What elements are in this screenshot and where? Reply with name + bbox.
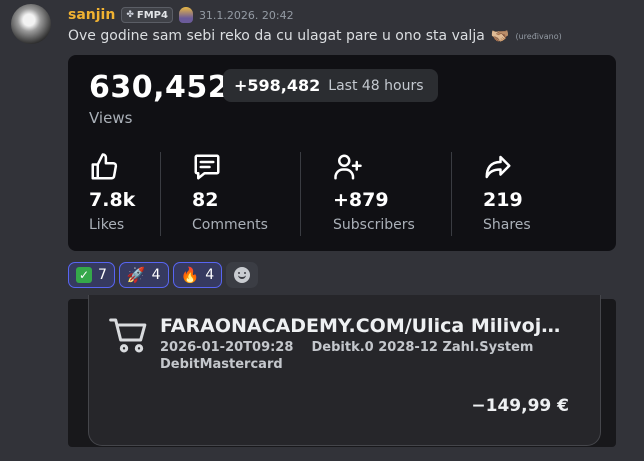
transaction-line: 2026-01-20T09:28 Debitk.0 2028-12 Zahl.S… (160, 340, 534, 355)
comment-icon (194, 154, 220, 180)
reactions-bar: ✓ 7 🚀 4 🔥 4 (68, 262, 259, 288)
merchant-name: FARAONACADEMY.COM/Ulica Milivoja Ma... (160, 315, 565, 337)
shield-role-icon[interactable] (178, 7, 193, 23)
receipt-card: FARAONACADEMY.COM/Ulica Milivoja Ma... 2… (88, 295, 601, 446)
timestamp[interactable]: 31.1.2026. 20:42 (199, 9, 294, 22)
add-user-icon (334, 154, 362, 180)
message-header: sanjin ✤ FMP4 31.1.2026. 20:42 (68, 6, 294, 24)
metric-comments: 82 Comments (192, 152, 332, 242)
views-delta: +598,482 (234, 76, 321, 95)
shares-label: Shares (483, 217, 531, 233)
server-tag[interactable]: ✤ FMP4 (121, 7, 173, 23)
reaction-count: 4 (151, 267, 161, 283)
shares-value: 219 (483, 189, 523, 211)
shopping-cart-icon (109, 318, 147, 353)
smile-icon (234, 267, 251, 283)
check-mark-emoji: ✓ (76, 267, 92, 283)
avatar[interactable] (11, 4, 51, 44)
metric-subscribers: +879 Subscribers (333, 152, 473, 242)
divider (300, 152, 301, 236)
likes-value: 7.8k (89, 189, 136, 211)
metric-shares: 219 Shares (483, 152, 623, 242)
divider (451, 152, 452, 236)
card-type: DebitMastercard (160, 357, 283, 372)
reaction-fire[interactable]: 🔥 4 (172, 262, 223, 288)
clover-icon: ✤ (126, 10, 134, 20)
views-delta-pill: +598,482 Last 48 hours (223, 69, 438, 102)
comments-value: 82 (192, 189, 219, 211)
fire-emoji: 🔥 (180, 265, 200, 284)
reaction-check[interactable]: ✓ 7 (68, 262, 115, 288)
transaction-details: 2026-01-20T09:28 Debitk.0 2028-12 Zahl.S… (160, 339, 533, 373)
share-icon (485, 155, 511, 179)
username[interactable]: sanjin (68, 7, 115, 23)
server-tag-label: FMP4 (136, 9, 168, 21)
receipt-image[interactable]: FARAONACADEMY.COM/Ulica Milivoja Ma... 2… (68, 295, 616, 447)
edited-label: (uređivano) (515, 31, 562, 41)
stats-card-image[interactable]: 630,452 Views +598,482 Last 48 hours 7.8… (68, 55, 616, 251)
divider (160, 152, 161, 236)
comments-label: Comments (192, 217, 268, 233)
reaction-rocket[interactable]: 🚀 4 (118, 262, 169, 288)
transaction-amount: −149,99 € (471, 396, 569, 416)
chat-message: sanjin ✤ FMP4 31.1.2026. 20:42 Ove godin… (0, 0, 644, 461)
rocket-emoji: 🚀 (126, 265, 146, 284)
views-count: 630,452 (89, 70, 230, 105)
subscribers-value: +879 (333, 189, 389, 211)
views-label: Views (89, 109, 133, 127)
views-delta-label: Last 48 hours (328, 77, 424, 94)
likes-label: Likes (89, 217, 125, 233)
reaction-count: 4 (205, 267, 215, 283)
thumbs-up-icon (91, 153, 118, 180)
add-reaction-button[interactable] (226, 262, 259, 288)
handshake-emoji: 🫱🏼‍🫲🏽 (490, 27, 510, 45)
message-text: Ove godine sam sebi reko da cu ulagat pa… (68, 28, 485, 44)
subscribers-label: Subscribers (333, 217, 415, 233)
reaction-count: 7 (98, 267, 107, 283)
message-content: Ove godine sam sebi reko da cu ulagat pa… (68, 27, 562, 45)
